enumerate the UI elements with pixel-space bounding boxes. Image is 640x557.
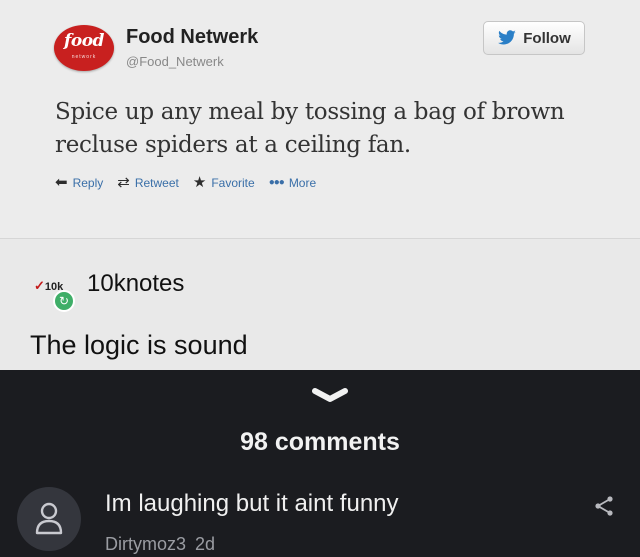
tweet-text: Spice up any meal by tossing a bag of br… xyxy=(55,99,565,158)
reply-arrow-icon: ⬅ xyxy=(55,174,68,191)
checkmark-icon: ✓ xyxy=(34,278,45,293)
follow-label: Follow xyxy=(523,29,571,47)
account-name: Food Netwerk xyxy=(126,26,259,48)
share-icon[interactable] xyxy=(592,494,616,518)
retweet-action[interactable]: ⇄ Retweet xyxy=(117,174,179,191)
retweet-label: Retweet xyxy=(134,176,179,190)
star-icon: ★ xyxy=(192,174,207,191)
favorite-label: Favorite xyxy=(211,176,255,190)
comments-panel: 98 comments Im laughing but it aint funn… xyxy=(0,370,640,557)
favorite-action[interactable]: ★ Favorite xyxy=(192,174,255,191)
more-dots-icon: ●●● xyxy=(268,177,285,188)
logo-subtext: network xyxy=(71,54,97,60)
comment-avatar[interactable] xyxy=(17,487,81,551)
logo-text: food xyxy=(64,31,104,51)
comment-text: Im laughing but it aint funny xyxy=(105,490,399,517)
account-handle: @Food_Netwerk xyxy=(126,54,224,69)
comment-username[interactable]: Dirtymoz3 xyxy=(105,534,186,554)
food-network-logo: food network xyxy=(54,25,114,71)
poster-avatar[interactable]: ✓10k ↻ xyxy=(30,273,80,321)
tweet-card: food network Food Netwerk @Food_Netwerk … xyxy=(0,0,640,239)
user-silhouette-icon xyxy=(35,502,63,535)
comments-count: 98 comments xyxy=(240,428,400,456)
comment-meta: Dirtymoz3 2d xyxy=(105,534,215,555)
retweet-icon: ⇄ xyxy=(117,174,130,191)
twitter-bird-icon xyxy=(498,30,517,45)
reply-action[interactable]: ⬅ Reply xyxy=(55,174,104,191)
more-action[interactable]: ●●● More xyxy=(269,176,316,190)
comment-age: 2d xyxy=(195,534,216,554)
collapse-chevron-icon[interactable] xyxy=(311,386,349,406)
reply-label: Reply xyxy=(72,176,104,190)
poster-username[interactable]: 10knotes xyxy=(87,270,184,298)
more-label: More xyxy=(288,176,317,190)
post-caption: The logic is sound xyxy=(30,330,248,360)
tweet-actions: ⬅ Reply ⇄ Retweet ★ Favorite ●●● More xyxy=(55,174,330,191)
repost-icon: ↻ xyxy=(53,290,75,312)
follow-button[interactable]: Follow xyxy=(483,21,585,55)
